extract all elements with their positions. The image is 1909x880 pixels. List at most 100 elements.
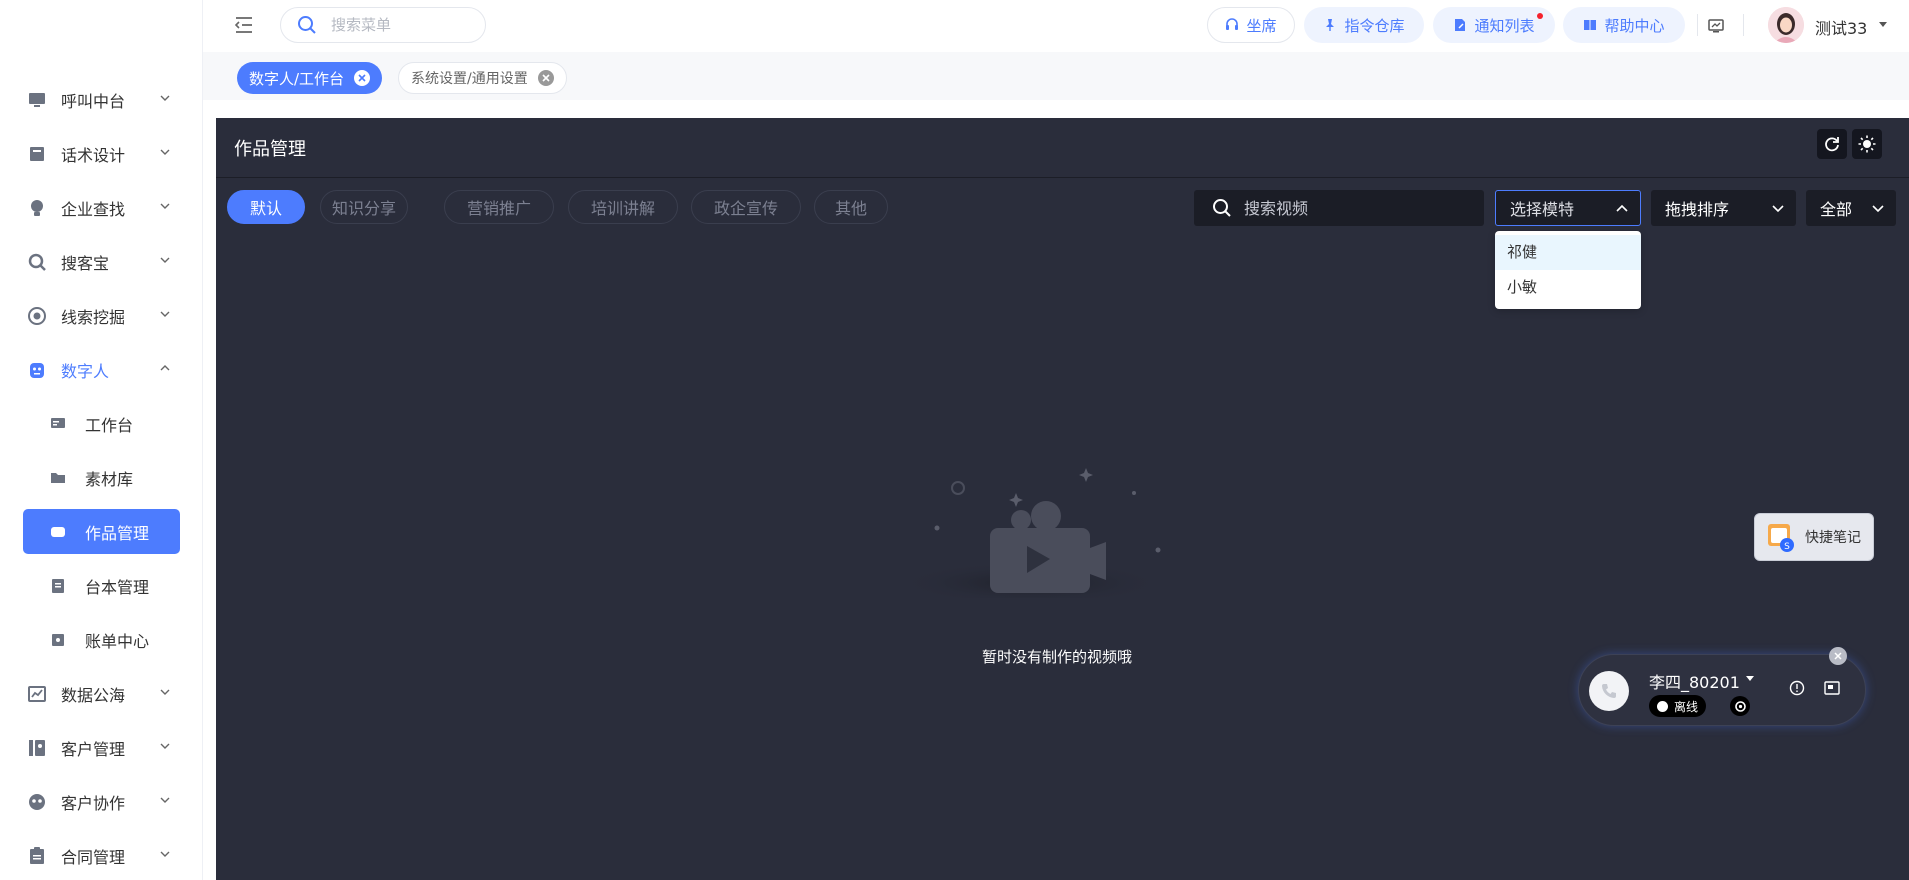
sidebar-subitem-label: 台本管理 [85, 578, 150, 597]
sidebar: 呼叫中台 话术设计 企业查找 搜客宝 线索挖掘 数字人 工作台 素材库 作品管理… [0, 0, 203, 880]
model-select[interactable]: 选择模特 [1495, 190, 1641, 226]
screen-monitor-icon[interactable] [1707, 17, 1725, 35]
page-tab-system-settings[interactable]: 系统设置/通用设置 [398, 62, 567, 94]
check-icon [1657, 700, 1668, 712]
sidebar-item-label: 话术设计 [61, 146, 126, 165]
sidebar-subitem-workbench[interactable]: 工作台 [0, 397, 203, 451]
chevron-down-icon [160, 149, 170, 155]
user-avatar[interactable] [1768, 7, 1804, 43]
command-warehouse-label: 指令仓库 [1344, 16, 1405, 35]
category-tab-knowledge[interactable]: 知识分享 [320, 190, 408, 224]
model-option[interactable]: 小敏 [1495, 270, 1641, 305]
menu-collapse-icon[interactable] [233, 15, 255, 35]
chevron-down-icon [160, 851, 170, 857]
sidebar-item-digital-human[interactable]: 数字人 [0, 343, 203, 397]
sidebar-item-call-center[interactable]: 呼叫中台 [0, 73, 203, 127]
call-widget: 李四_80201 离线 [1578, 654, 1866, 726]
contacts-icon [27, 738, 47, 758]
quick-note-button[interactable]: S 快捷笔记 [1754, 513, 1874, 561]
book-open-icon [1584, 20, 1597, 30]
call-button[interactable] [1589, 671, 1629, 711]
search-icon [1213, 199, 1231, 217]
settings-button[interactable] [1730, 696, 1750, 716]
help-center-label: 帮助中心 [1604, 16, 1665, 35]
close-icon[interactable] [537, 70, 554, 86]
sidebar-item-contract-management[interactable]: 合同管理 [0, 829, 203, 880]
chevron-down-icon [160, 95, 170, 101]
seat-label: 坐席 [1246, 16, 1277, 35]
menu-search-input[interactable] [331, 16, 471, 34]
chevron-down-icon [160, 311, 170, 317]
chevron-down-icon [160, 689, 170, 695]
sidebar-item-soukebao[interactable]: 搜客宝 [0, 235, 203, 289]
caret-down-icon[interactable] [1878, 21, 1888, 29]
sidebar-item-company-search[interactable]: 企业查找 [0, 181, 203, 235]
filter-select[interactable]: 全部 [1806, 190, 1896, 226]
page-tab-label: 数字人/工作台 [249, 69, 345, 88]
category-tab-default[interactable]: 默认 [227, 190, 305, 224]
svg-text:S: S [1784, 542, 1790, 552]
sort-select-value: 拖拽排序 [1665, 200, 1730, 219]
notification-dot [1537, 13, 1543, 19]
bill-icon [50, 632, 66, 648]
notification-icon [1455, 19, 1466, 31]
category-tab-other[interactable]: 其他 [814, 190, 888, 224]
sidebar-subitem-label: 素材库 [85, 470, 134, 489]
sidebar-menu: 呼叫中台 话术设计 企业查找 搜客宝 线索挖掘 数字人 工作台 素材库 作品管理… [0, 73, 203, 880]
sidebar-subitem-works-management[interactable]: 作品管理 [23, 509, 180, 554]
help-center-button[interactable]: 帮助中心 [1563, 7, 1685, 43]
sidebar-item-label: 数据公海 [61, 686, 126, 705]
category-tab-government[interactable]: 政企宣传 [691, 190, 801, 224]
close-icon [1834, 652, 1842, 660]
model-option[interactable]: 祁健 [1495, 235, 1641, 270]
theme-toggle-button[interactable] [1852, 129, 1882, 159]
chart-icon [27, 684, 47, 704]
empty-video-illustration [896, 468, 1166, 598]
call-widget-close-button[interactable] [1829, 647, 1847, 665]
sort-select[interactable]: 拖拽排序 [1651, 190, 1796, 226]
refresh-button[interactable] [1817, 129, 1847, 159]
search-zoom-icon [27, 252, 47, 272]
agent-status-badge[interactable]: 离线 [1649, 695, 1707, 717]
category-tab-marketing[interactable]: 营销推广 [444, 190, 554, 224]
monitor-icon [27, 90, 47, 110]
caret-down-icon[interactable] [1745, 675, 1755, 682]
search-icon [298, 16, 316, 34]
bulb-icon [27, 198, 47, 218]
close-icon[interactable] [354, 70, 371, 86]
sidebar-item-label: 客户管理 [61, 740, 126, 759]
chevron-down-icon [160, 203, 170, 209]
header-divider [1743, 14, 1744, 36]
notification-list-button[interactable]: 通知列表 [1433, 7, 1555, 43]
sidebar-item-label: 线索挖掘 [61, 308, 126, 327]
sidebar-subitem-script-management[interactable]: 台本管理 [0, 559, 203, 613]
sidebar-item-label: 呼叫中台 [61, 92, 126, 111]
info-icon[interactable] [1789, 680, 1805, 696]
sidebar-item-data-pool[interactable]: 数据公海 [0, 667, 203, 721]
sidebar-subitem-bill-center[interactable]: 账单中心 [0, 613, 203, 667]
page-tab-digital-human-workbench[interactable]: 数字人/工作台 [237, 62, 383, 94]
screen-share-icon[interactable] [1823, 679, 1841, 697]
chevron-down-icon [1872, 205, 1884, 213]
sidebar-item-customer-management[interactable]: 客户管理 [0, 721, 203, 775]
category-tab-training[interactable]: 培训讲解 [568, 190, 678, 224]
book-icon [27, 144, 47, 164]
seat-button[interactable]: 坐席 [1207, 7, 1295, 43]
video-search-input[interactable] [1244, 198, 1464, 218]
username[interactable]: 测试33 [1815, 15, 1867, 39]
agent-name[interactable]: 李四_80201 [1649, 669, 1740, 693]
video-icon [50, 524, 66, 540]
top-header: 坐席 指令仓库 通知列表 帮助中心 测试33 [203, 0, 1909, 52]
menu-search-box[interactable] [280, 7, 486, 43]
target-icon [27, 306, 47, 326]
command-warehouse-button[interactable]: 指令仓库 [1304, 7, 1424, 43]
sidebar-item-script-design[interactable]: 话术设计 [0, 127, 203, 181]
clipboard-icon [27, 846, 47, 866]
video-search-box[interactable] [1194, 190, 1484, 226]
chevron-down-icon [1772, 205, 1784, 213]
sidebar-subitem-material-library[interactable]: 素材库 [0, 451, 203, 505]
model-dropdown: 祁健 小敏 [1495, 231, 1641, 309]
sidebar-item-customer-collaboration[interactable]: 客户协作 [0, 775, 203, 829]
sidebar-item-lead-mining[interactable]: 线索挖掘 [0, 289, 203, 343]
filter-select-value: 全部 [1820, 200, 1853, 219]
